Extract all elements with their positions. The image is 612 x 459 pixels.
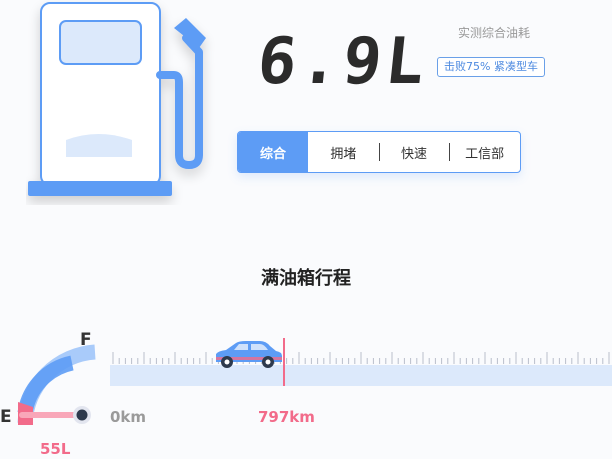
range-ruler bbox=[110, 338, 612, 386]
tab-fast[interactable]: 快速 bbox=[378, 132, 450, 172]
fuel-consumption-value: 6.9L bbox=[254, 25, 433, 99]
ruler-ticks bbox=[112, 352, 610, 364]
tab-congested[interactable]: 拥堵 bbox=[308, 132, 379, 172]
gauge-full-label: F bbox=[80, 330, 92, 350]
tab-combined[interactable]: 综合 bbox=[238, 132, 308, 172]
gauge-empty-label: E bbox=[0, 407, 12, 427]
driving-mode-tabs: 综合 拥堵 快速 工信部 bbox=[237, 131, 521, 173]
range-title: 满油箱行程 bbox=[261, 268, 351, 289]
ranking-badge: 击败75% 紧凑型车 bbox=[437, 57, 545, 77]
tank-volume: 55L bbox=[40, 440, 71, 458]
tab-official[interactable]: 工信部 bbox=[449, 132, 520, 172]
fuel-gauge bbox=[17, 344, 96, 425]
fuel-pump-icon bbox=[28, 2, 206, 196]
fuel-consumption-caption: 实测综合油耗 bbox=[457, 26, 530, 40]
range-end-label: 797km bbox=[258, 408, 315, 426]
range-start-label: 0km bbox=[110, 408, 147, 426]
